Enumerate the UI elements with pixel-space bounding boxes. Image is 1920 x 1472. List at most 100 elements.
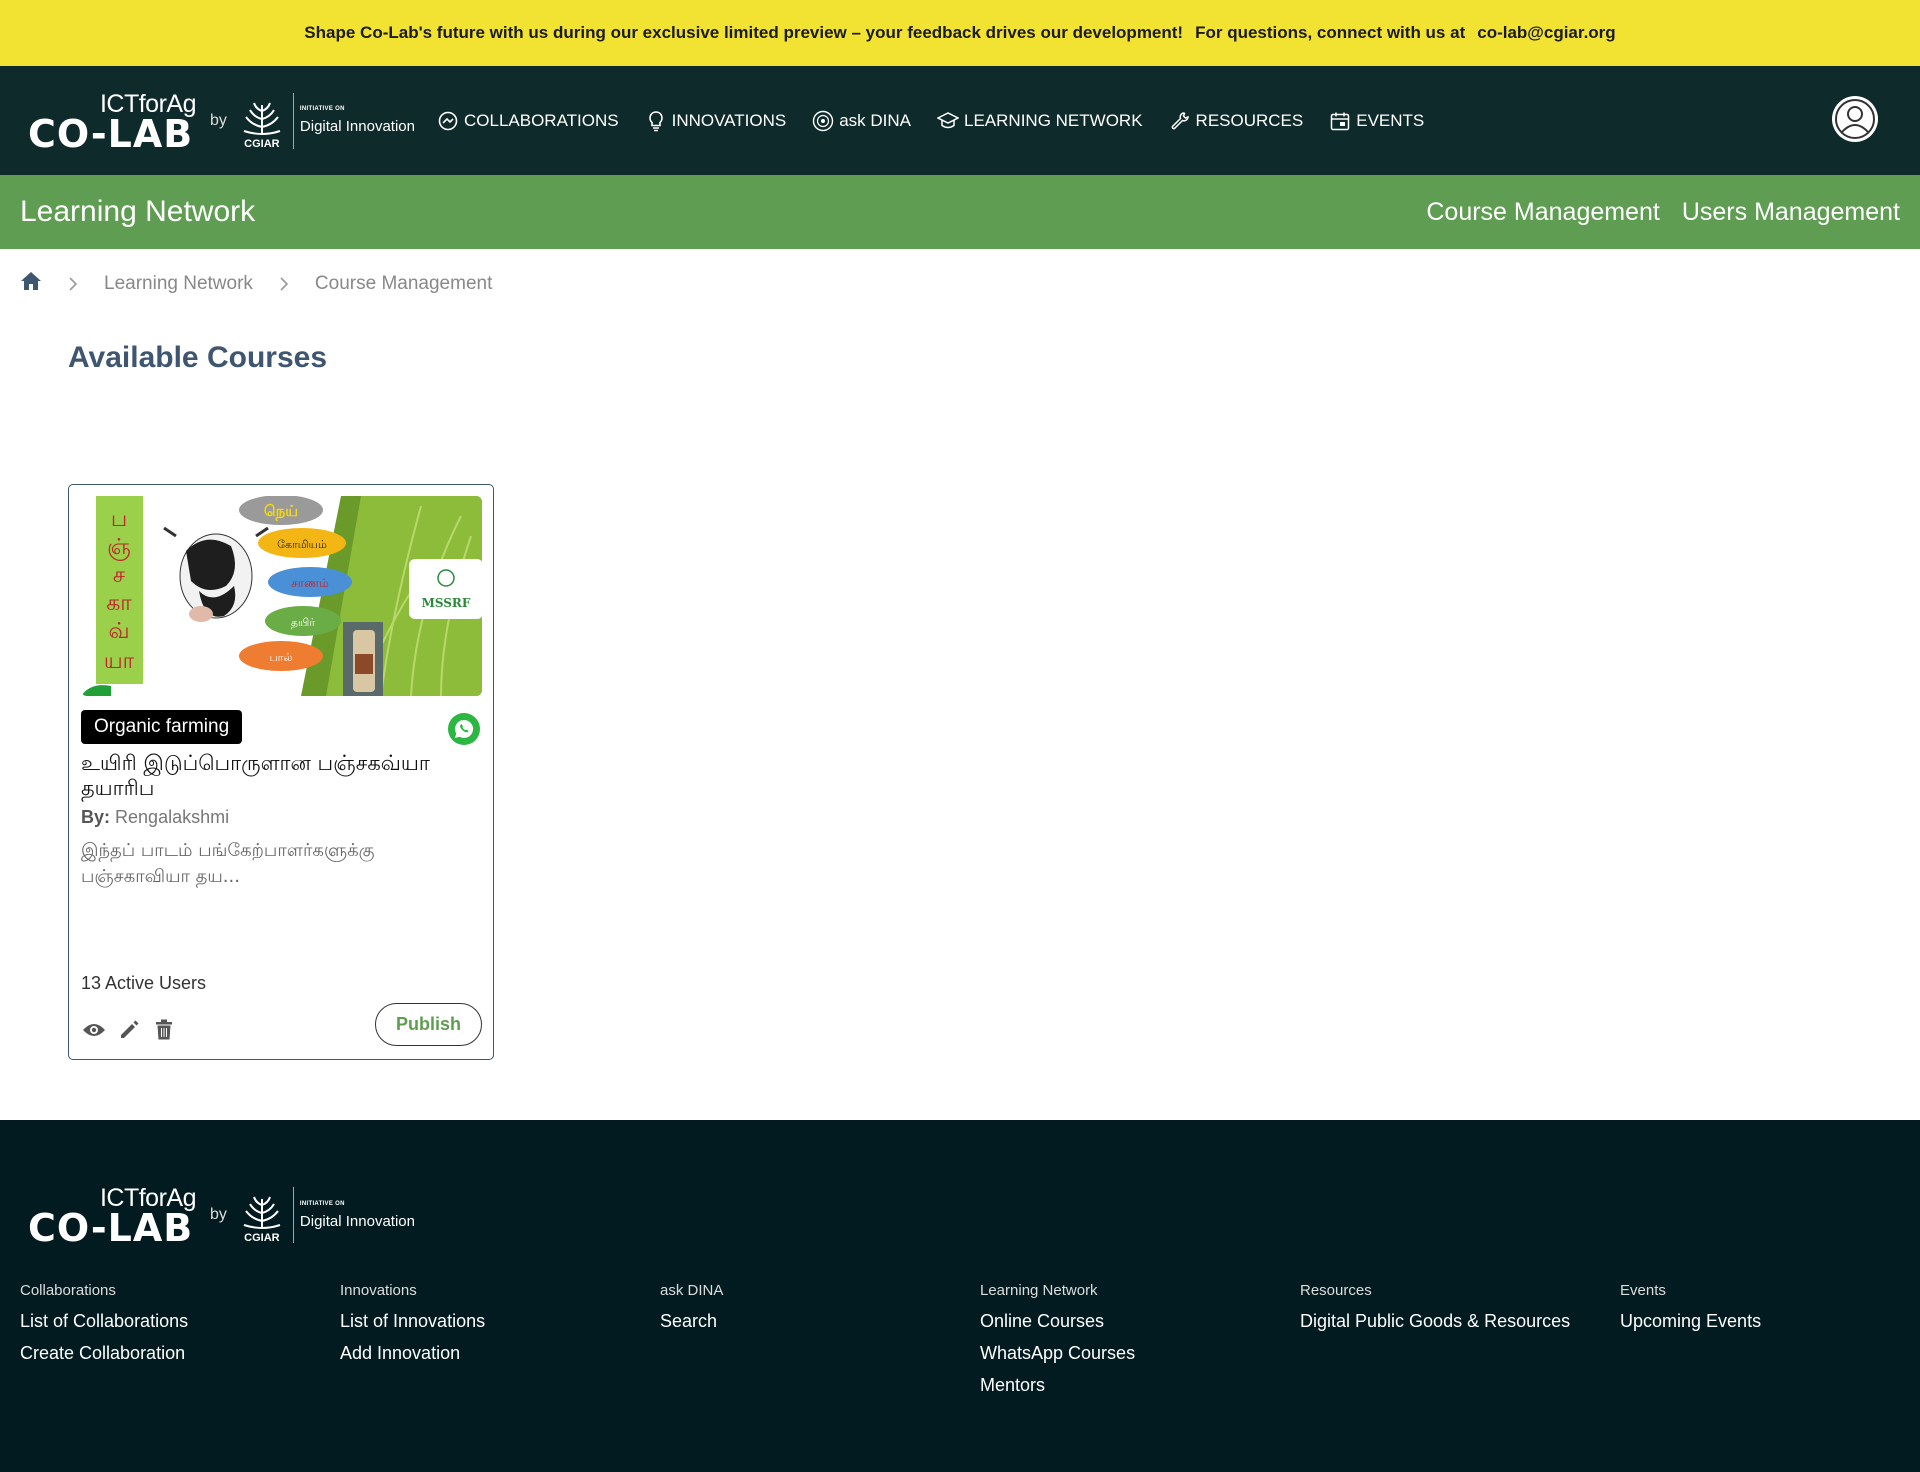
logo-divider — [292, 92, 294, 149]
footer-columns: Collaborations List of Collaborations Cr… — [20, 1282, 1920, 1407]
footer: ICTforAg CO-LAB by CGIAR INITIATIVE ON D… — [0, 1120, 1920, 1472]
footer-column-resources: Resources Digital Public Goods & Resourc… — [1300, 1282, 1620, 1407]
nav-label: RESOURCES — [1195, 110, 1304, 130]
footer-column-collaborations: Collaborations List of Collaborations Cr… — [20, 1282, 340, 1407]
logo-divider — [292, 1187, 294, 1243]
initiative-name: Digital Innovation — [299, 1212, 415, 1230]
course-actions — [81, 1017, 186, 1043]
cgiar-mark: CGIAR — [237, 92, 287, 150]
footer-heading: ask DINA — [660, 1282, 724, 1299]
course-card: ப ஞ் ச கா வ் யா நெய் கோமியம் சாணம் தயிர்… — [68, 484, 494, 1060]
logo-colab: CO-LAB — [28, 1206, 194, 1250]
publish-button[interactable]: Publish — [374, 1003, 482, 1046]
nav-label: LEARNING NETWORK — [964, 110, 1143, 130]
cgiar-mark: CGIAR — [237, 1186, 287, 1244]
nav-innovations[interactable]: INNOVATIONS — [645, 110, 787, 132]
tab-users-management[interactable]: Users Management — [1682, 198, 1900, 227]
footer-heading: Learning Network — [980, 1282, 1098, 1299]
nav-ask-dina[interactable]: ask DINA — [812, 110, 911, 132]
initiative-small: INITIATIVE ON — [299, 106, 345, 112]
nav-learning-network[interactable]: LEARNING NETWORK — [937, 110, 1143, 132]
footer-link[interactable]: Mentors — [980, 1375, 1300, 1396]
section-tabs: Course Management Users Management — [1404, 198, 1900, 227]
nav-events[interactable]: EVENTS — [1329, 110, 1424, 132]
footer-link[interactable]: Digital Public Goods & Resources — [1300, 1311, 1620, 1332]
footer-link[interactable]: List of Collaborations — [20, 1311, 340, 1332]
logo-by: by — [210, 111, 227, 129]
course-description: இந்தப் பாடம் பங்கேற்பாளர்களுக்கு பஞ்சகாவ… — [81, 840, 375, 887]
category-tag: Organic farming — [81, 710, 243, 744]
main-nav: COLLABORATIONS INNOVATIONS ask DINA LEAR… — [437, 110, 1450, 132]
banner-message: Shape Co-Lab's future with us during our… — [304, 23, 1184, 42]
vertical-char: ப — [111, 507, 127, 532]
cgiar-text: CGIAR — [244, 1232, 280, 1244]
bubble-label: நெய் — [264, 502, 298, 521]
footer-heading: Innovations — [340, 1282, 417, 1299]
view-icon[interactable] — [81, 1017, 107, 1043]
nav-resources[interactable]: RESOURCES — [1169, 110, 1304, 132]
delete-icon[interactable] — [151, 1017, 177, 1043]
whatsapp-icon[interactable] — [448, 713, 480, 745]
footer-link[interactable]: WhatsApp Courses — [980, 1343, 1300, 1364]
logo-by: by — [210, 1206, 227, 1223]
footer-column-innovations: Innovations List of Innovations Add Inno… — [340, 1282, 660, 1407]
footer-heading: Collaborations — [20, 1282, 116, 1299]
tab-course-management[interactable]: Course Management — [1426, 198, 1659, 227]
vertical-char: வ் — [108, 619, 129, 644]
bubble-label: கோமியம் — [277, 538, 327, 551]
wheat-icon — [243, 102, 281, 135]
footer-heading: Events — [1620, 1282, 1666, 1299]
org-label: MSSRF — [422, 596, 471, 610]
footer-column-learning-network: Learning Network Online Courses WhatsApp… — [980, 1282, 1300, 1407]
section-title: Learning Network — [20, 195, 256, 228]
nav-collaborations[interactable]: COLLABORATIONS — [437, 110, 619, 132]
footer-column-events: Events Upcoming Events — [1620, 1282, 1920, 1407]
colab-wordmark: ICTforAg CO-LAB — [26, 90, 197, 156]
vertical-char: ஞ் — [107, 535, 131, 561]
calendar-icon — [1329, 110, 1351, 132]
nav-label: ask DINA — [839, 110, 912, 130]
cgiar-text: CGIAR — [244, 137, 280, 150]
course-title[interactable]: உயிரி இடுப்பொருளான பஞ்சகவ்யா தயாரிப — [81, 751, 461, 801]
initiative-name: Digital Innovation — [299, 118, 415, 135]
author-label: By: — [81, 807, 111, 827]
initiative-label: INITIATIVE ON Digital Innovation — [300, 1201, 415, 1230]
edit-icon[interactable] — [116, 1017, 142, 1043]
breadcrumb-course-management: Course Management — [314, 273, 493, 294]
footer-column-ask-dina: ask DINA Search — [660, 1282, 980, 1407]
banner-contact-prefix: For questions, connect with us at — [1195, 23, 1466, 42]
bubble-label: சாணம் — [291, 576, 329, 590]
footer-heading: Resources — [1300, 1282, 1372, 1299]
section-bar: Learning Network Course Management Users… — [0, 175, 1920, 249]
cgiar-logo: CGIAR INITIATIVE ON Digital Innovation — [237, 92, 415, 150]
colab-wordmark: ICTforAg CO-LAB — [26, 1184, 197, 1250]
footer-link[interactable]: Upcoming Events — [1620, 1311, 1920, 1332]
course-thumbnail[interactable]: ப ஞ் ச கா வ் யா நெய் கோமியம் சாணம் தயிர்… — [81, 496, 482, 696]
footer-link[interactable]: Create Collaboration — [20, 1343, 340, 1364]
user-avatar-button[interactable] — [1832, 96, 1878, 142]
colab-logo[interactable]: ICTforAg CO-LAB by CGIAR INITIATIVE ON D… — [26, 90, 415, 156]
dina-icon — [812, 110, 834, 132]
nav-label: COLLABORATIONS — [463, 110, 619, 130]
footer-logo[interactable]: ICTforAg CO-LAB by CGIAR INITIATIVE ON D… — [26, 1184, 415, 1250]
footer-link[interactable]: Search — [660, 1311, 980, 1332]
breadcrumb-learning-network[interactable]: Learning Network — [104, 273, 253, 295]
cgiar-logo: CGIAR INITIATIVE ON Digital Innovation — [237, 1186, 415, 1244]
banner-email-link[interactable]: co-lab@cgiar.org — [1477, 23, 1615, 43]
vertical-char: கா — [106, 591, 132, 616]
course-author: By: Rengalakshmi — [81, 807, 229, 828]
nav-label: INNOVATIONS — [671, 110, 787, 130]
top-navigation: ICTforAg CO-LAB by CGIAR INITIATIVE ON D… — [0, 66, 1920, 175]
footer-link[interactable]: Online Courses — [980, 1311, 1300, 1332]
chevron-right-icon — [279, 276, 289, 292]
breadcrumb: Learning Network Course Management — [0, 249, 1920, 319]
page-title: Available Courses — [68, 341, 327, 374]
home-icon[interactable] — [20, 271, 42, 297]
initiative-small: INITIATIVE ON — [299, 1200, 345, 1207]
lightbulb-icon — [645, 110, 667, 132]
footer-link[interactable]: Add Innovation — [340, 1343, 660, 1364]
author-name: Rengalakshmi — [115, 807, 230, 827]
preview-banner: Shape Co-Lab's future with us during our… — [0, 0, 1920, 66]
footer-link[interactable]: List of Innovations — [340, 1311, 660, 1332]
chevron-right-icon — [68, 276, 78, 292]
